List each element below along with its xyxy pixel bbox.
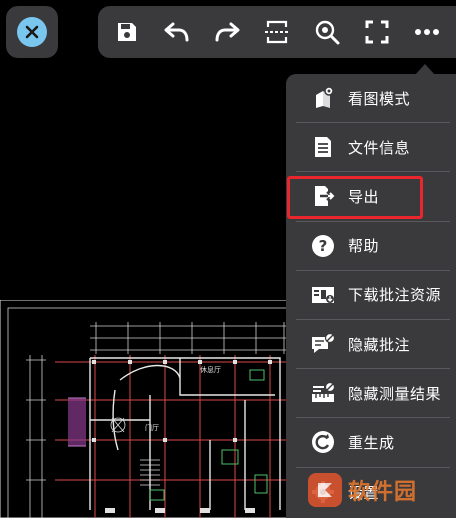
redo-button[interactable] [207,12,247,52]
menu-item-help[interactable]: ? 帮助 [296,222,450,271]
watermark-logo-icon [308,473,342,507]
redo-icon [215,22,240,42]
crop-button[interactable] [257,12,297,52]
download-annotation-icon [310,282,336,308]
close-icon [17,17,47,47]
menu-item-label: 看图模式 [348,89,411,108]
watermark-text: 软件园 [348,480,418,505]
menu-item-download-annotation[interactable]: 下载批注资源 [296,271,450,320]
svg-text:?: ? [319,237,328,255]
menu-item-label: 隐藏批注 [348,335,411,354]
menu-item-file-info[interactable]: 文件信息 [296,123,450,173]
menu-item-hide-measure[interactable]: 隐藏测量结果 [296,369,450,419]
zoom-icon [315,20,340,45]
toolbar [98,6,456,58]
more-menu: 看图模式 文件信息 导出 ? 帮助 下载批注资源 隐藏批注 隐藏测量结果 重生成… [286,74,456,518]
more-button[interactable] [407,12,447,52]
regenerate-icon [310,429,336,455]
save-button[interactable] [107,12,147,52]
crop-icon [265,20,289,44]
zoom-button[interactable] [307,12,347,52]
more-icon [415,29,439,35]
menu-item-label: 下载批注资源 [348,286,442,305]
save-icon [118,23,136,41]
room-label-lounge: 休息厅 [200,365,221,374]
file-info-icon [310,134,336,160]
menu-item-hide-annotation[interactable]: 隐藏批注 [296,320,450,370]
menu-item-regenerate[interactable]: 重生成 [296,418,450,468]
menu-item-label: 重生成 [348,433,395,452]
hide-measure-icon [310,380,336,406]
fullscreen-icon [365,20,389,44]
export-highlight-box [287,176,423,219]
menu-item-label: 文件信息 [348,138,411,157]
undo-icon [164,22,189,42]
undo-button[interactable] [157,12,197,52]
close-button[interactable] [6,6,58,58]
watermark: 软件园 [308,470,456,510]
fullscreen-button[interactable] [357,12,397,52]
hide-annotation-icon [310,331,336,357]
menu-item-label: 隐藏测量结果 [348,384,442,403]
menu-item-label: 帮助 [348,237,380,256]
help-icon: ? [310,233,336,259]
room-label-hall: 门厅 [145,423,159,432]
view-mode-icon [310,85,336,111]
menu-item-view-mode[interactable]: 看图模式 [296,74,450,124]
